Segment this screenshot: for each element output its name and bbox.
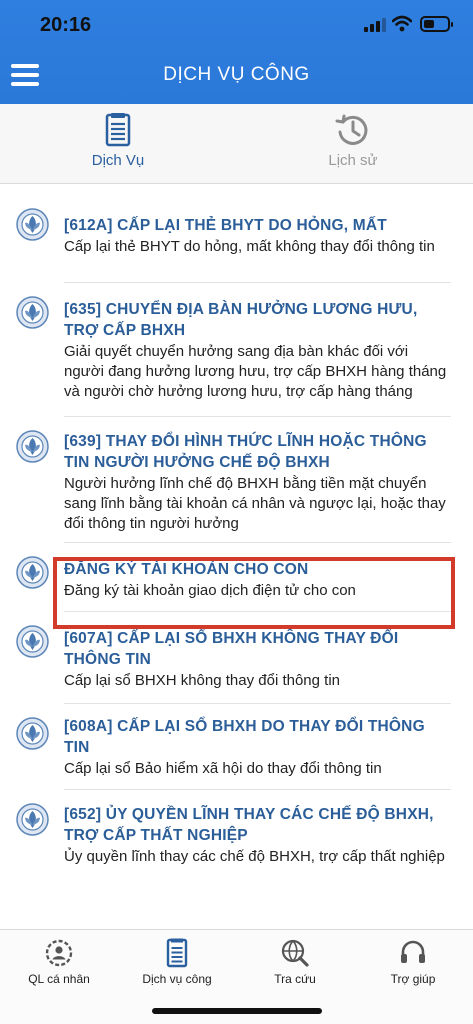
bhxh-logo-icon (16, 208, 49, 241)
service-description: Cấp lại sổ Bảo hiểm xã hội do thay đổi t… (64, 760, 382, 777)
battery-icon (420, 16, 453, 32)
service-item-608a[interactable]: [608A] CẤP LẠI SỔ BHXH DO THAY ĐỔI THÔNG… (0, 704, 473, 790)
tab-bar: Dịch Vụ Lịch sử (0, 104, 473, 184)
history-icon (335, 114, 368, 145)
nav-tra-cuu[interactable]: Tra cứu (236, 930, 354, 994)
bhxh-logo-icon (16, 717, 49, 750)
service-description: Giải quyết chuyển hưởng sang địa bàn khá… (64, 343, 447, 400)
globe-search-icon (281, 939, 309, 967)
status-time: 20:16 (40, 14, 92, 36)
service-description: Người hưởng lĩnh chế độ BHXH bằng tiền m… (64, 475, 446, 532)
service-title: [635] CHUYỂN ĐỊA BÀN HƯỞNG LƯƠNG HƯU, TR… (64, 301, 418, 339)
tab-dich-vu-label: Dịch Vụ (91, 152, 145, 169)
bhxh-logo-icon (16, 296, 49, 329)
nav-label: Trợ giúp (390, 972, 436, 986)
nav-label: Tra cứu (274, 972, 316, 986)
service-item-652[interactable]: [652] ỦY QUYỀN LĨNH THAY CÁC CHẾ ĐỘ BHXH… (0, 790, 473, 900)
service-list: [612A] CẤP LẠI THẺ BHYT DO HỎNG, MẤT Cấp… (0, 195, 473, 900)
tab-dich-vu[interactable]: Dịch Vụ (28, 104, 208, 184)
bhxh-logo-icon (16, 625, 49, 658)
service-description: Cấp lại sổ BHXH không thay đổi thông tin (64, 672, 340, 689)
service-item-text: [607A] CẤP LẠI SỔ BHXH KHÔNG THAY ĐỔI TH… (64, 628, 452, 691)
home-indicator[interactable] (152, 1008, 322, 1014)
bhxh-logo-icon (16, 803, 49, 836)
service-description: Đăng ký tài khoản giao dịch điện tử cho … (64, 582, 356, 599)
nav-ql-ca-nhan[interactable]: QL cá nhân (0, 930, 118, 994)
nav-label: QL cá nhân (28, 972, 90, 986)
nav-tro-giup[interactable]: Trợ giúp (354, 930, 472, 994)
service-item-text: [608A] CẤP LẠI SỔ BHXH DO THAY ĐỔI THÔNG… (64, 716, 452, 779)
service-title: [652] ỦY QUYỀN LĨNH THAY CÁC CHẾ ĐỘ BHXH… (64, 806, 434, 844)
bhxh-logo-icon (16, 430, 49, 463)
service-item-612a[interactable]: [612A] CẤP LẠI THẺ BHYT DO HỎNG, MẤT Cấp… (0, 195, 473, 283)
page-title: DỊCH VỤ CÔNG (163, 64, 310, 85)
person-gear-icon (45, 939, 73, 967)
service-item-text: [635] CHUYỂN ĐỊA BÀN HƯỞNG LƯƠNG HƯU, TR… (64, 299, 452, 402)
service-description: Cấp lại thẻ BHYT do hỏng, mất không thay… (64, 238, 435, 255)
status-bar: 20:16 (0, 0, 473, 48)
service-item-text: [612A] CẤP LẠI THẺ BHYT DO HỎNG, MẤT Cấp… (64, 215, 452, 257)
cellular-signal-icon (364, 18, 386, 32)
headset-icon (401, 940, 425, 963)
nav-dich-vu-cong[interactable]: Dịch vụ công (118, 930, 236, 994)
document-list-icon (166, 938, 188, 968)
service-item-text: [639] THAY ĐỔI HÌNH THỨC LĨNH HOẶC THÔNG… (64, 431, 452, 534)
bhxh-logo-icon (16, 556, 49, 589)
service-description: Ủy quyền lĩnh thay các chế độ BHXH, trợ … (64, 848, 445, 865)
service-title: [639] THAY ĐỔI HÌNH THỨC LĨNH HOẶC THÔNG… (64, 433, 427, 471)
battery-level (424, 20, 434, 28)
document-list-icon (105, 113, 131, 147)
service-item-635[interactable]: [635] CHUYỂN ĐỊA BÀN HƯỞNG LƯƠNG HƯU, TR… (0, 283, 473, 417)
wifi-icon (392, 15, 412, 32)
service-item-dang-ky-tai-khoan-cho-con[interactable]: ĐĂNG KÝ TÀI KHOẢN CHO CON Đăng ký tài kh… (0, 543, 473, 612)
service-item-text: [652] ỦY QUYỀN LĨNH THAY CÁC CHẾ ĐỘ BHXH… (64, 804, 452, 867)
tab-lich-su[interactable]: Lịch sử (263, 104, 443, 184)
tab-lich-su-label: Lịch sử (328, 152, 378, 169)
nav-label: Dịch vụ công (142, 972, 212, 986)
service-item-607a[interactable]: [607A] CẤP LẠI SỔ BHXH KHÔNG THAY ĐỔI TH… (0, 612, 473, 704)
service-item-text: ĐĂNG KÝ TÀI KHOẢN CHO CON Đăng ký tài kh… (64, 559, 452, 601)
service-title: ĐĂNG KÝ TÀI KHOẢN CHO CON (64, 561, 309, 578)
service-item-639[interactable]: [639] THAY ĐỔI HÌNH THỨC LĨNH HOẶC THÔNG… (0, 417, 473, 543)
service-title: [612A] CẤP LẠI THẺ BHYT DO HỎNG, MẤT (64, 217, 387, 234)
service-title: [607A] CẤP LẠI SỔ BHXH KHÔNG THAY ĐỔI TH… (64, 630, 399, 668)
app-header: 20:16 DỊCH VỤ CÔNG (0, 0, 473, 104)
service-title: [608A] CẤP LẠI SỔ BHXH DO THAY ĐỔI THÔNG… (64, 718, 425, 756)
